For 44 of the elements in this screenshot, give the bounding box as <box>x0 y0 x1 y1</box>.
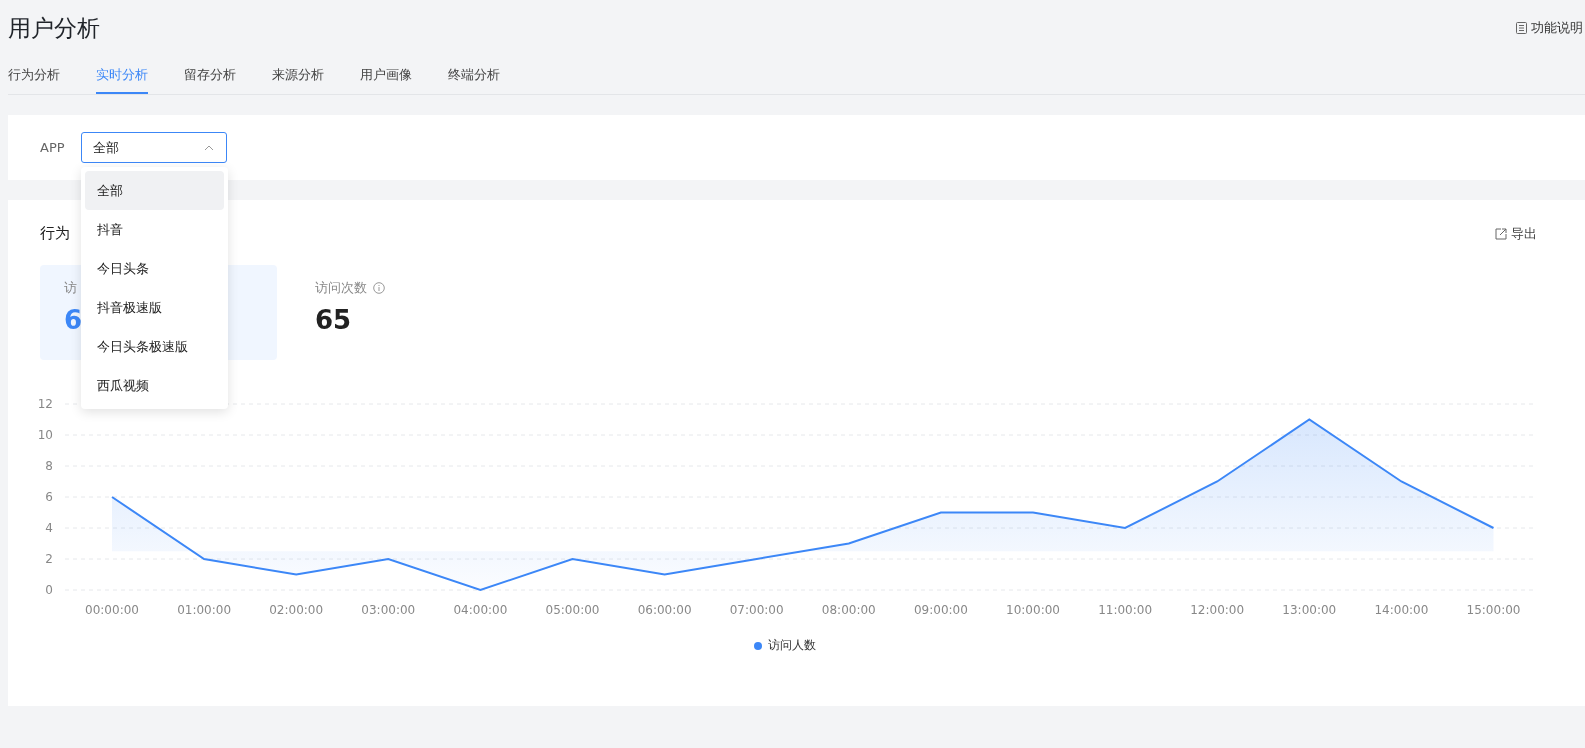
stat-value: 6 <box>64 305 83 335</box>
x-axis-label: 02:00:00 <box>269 603 324 617</box>
x-axis-label: 15:00:00 <box>1466 603 1521 617</box>
export-link[interactable]: 导出 <box>1495 224 1537 243</box>
x-axis-label: 08:00:00 <box>821 603 876 617</box>
external-link-icon <box>1495 227 1507 240</box>
x-axis-label: 10:00:00 <box>1006 603 1060 617</box>
tab[interactable]: 留存分析 <box>184 56 236 94</box>
x-axis-label: 03:00:00 <box>361 603 416 617</box>
legend-label: 访问人数 <box>767 637 816 654</box>
tab[interactable]: 用户画像 <box>360 56 412 94</box>
x-axis-label: 12:00:00 <box>1190 603 1245 617</box>
stat-value: 65 <box>315 305 352 335</box>
x-axis-label: 05:00:00 <box>545 603 600 617</box>
x-axis-label: 00:00:00 <box>85 603 139 617</box>
x-axis-label: 06:00:00 <box>637 603 692 617</box>
tab[interactable]: 行为分析 <box>8 56 60 94</box>
app-select[interactable]: 全部 <box>80 132 227 163</box>
tab[interactable]: 来源分析 <box>272 56 324 94</box>
y-axis-label: 2 <box>45 552 53 566</box>
y-axis-label: 4 <box>45 521 53 535</box>
y-axis-label: 6 <box>45 490 53 504</box>
page-title: 用户分析 <box>8 13 100 43</box>
x-axis-label: 14:00:00 <box>1374 603 1429 617</box>
x-axis-label: 04:00:00 <box>453 603 508 617</box>
stat-label: 访问次数 <box>315 279 367 297</box>
y-axis-label: 0 <box>45 583 53 597</box>
document-icon <box>1516 22 1527 34</box>
tab[interactable]: 终端分析 <box>448 56 500 94</box>
chevron-icon <box>203 144 214 151</box>
section-title: 行为 <box>40 224 70 243</box>
y-axis-label: 10 <box>37 428 53 442</box>
filter-label: APP <box>40 140 65 155</box>
y-axis-label: 8 <box>45 459 53 473</box>
info-icon <box>373 282 385 294</box>
x-axis-label: 09:00:00 <box>913 603 968 617</box>
help-link[interactable]: 功能说明 <box>1516 19 1583 37</box>
dropdown-option[interactable]: 全部 <box>84 171 224 210</box>
x-axis-label: 13:00:00 <box>1282 603 1337 617</box>
stat-label: 访 <box>64 279 77 297</box>
y-axis-label: 12 <box>37 397 53 411</box>
x-axis-label: 07:00:00 <box>729 603 784 617</box>
x-axis-label: 01:00:00 <box>177 603 232 617</box>
x-axis-label: 11:00:00 <box>1098 603 1153 617</box>
